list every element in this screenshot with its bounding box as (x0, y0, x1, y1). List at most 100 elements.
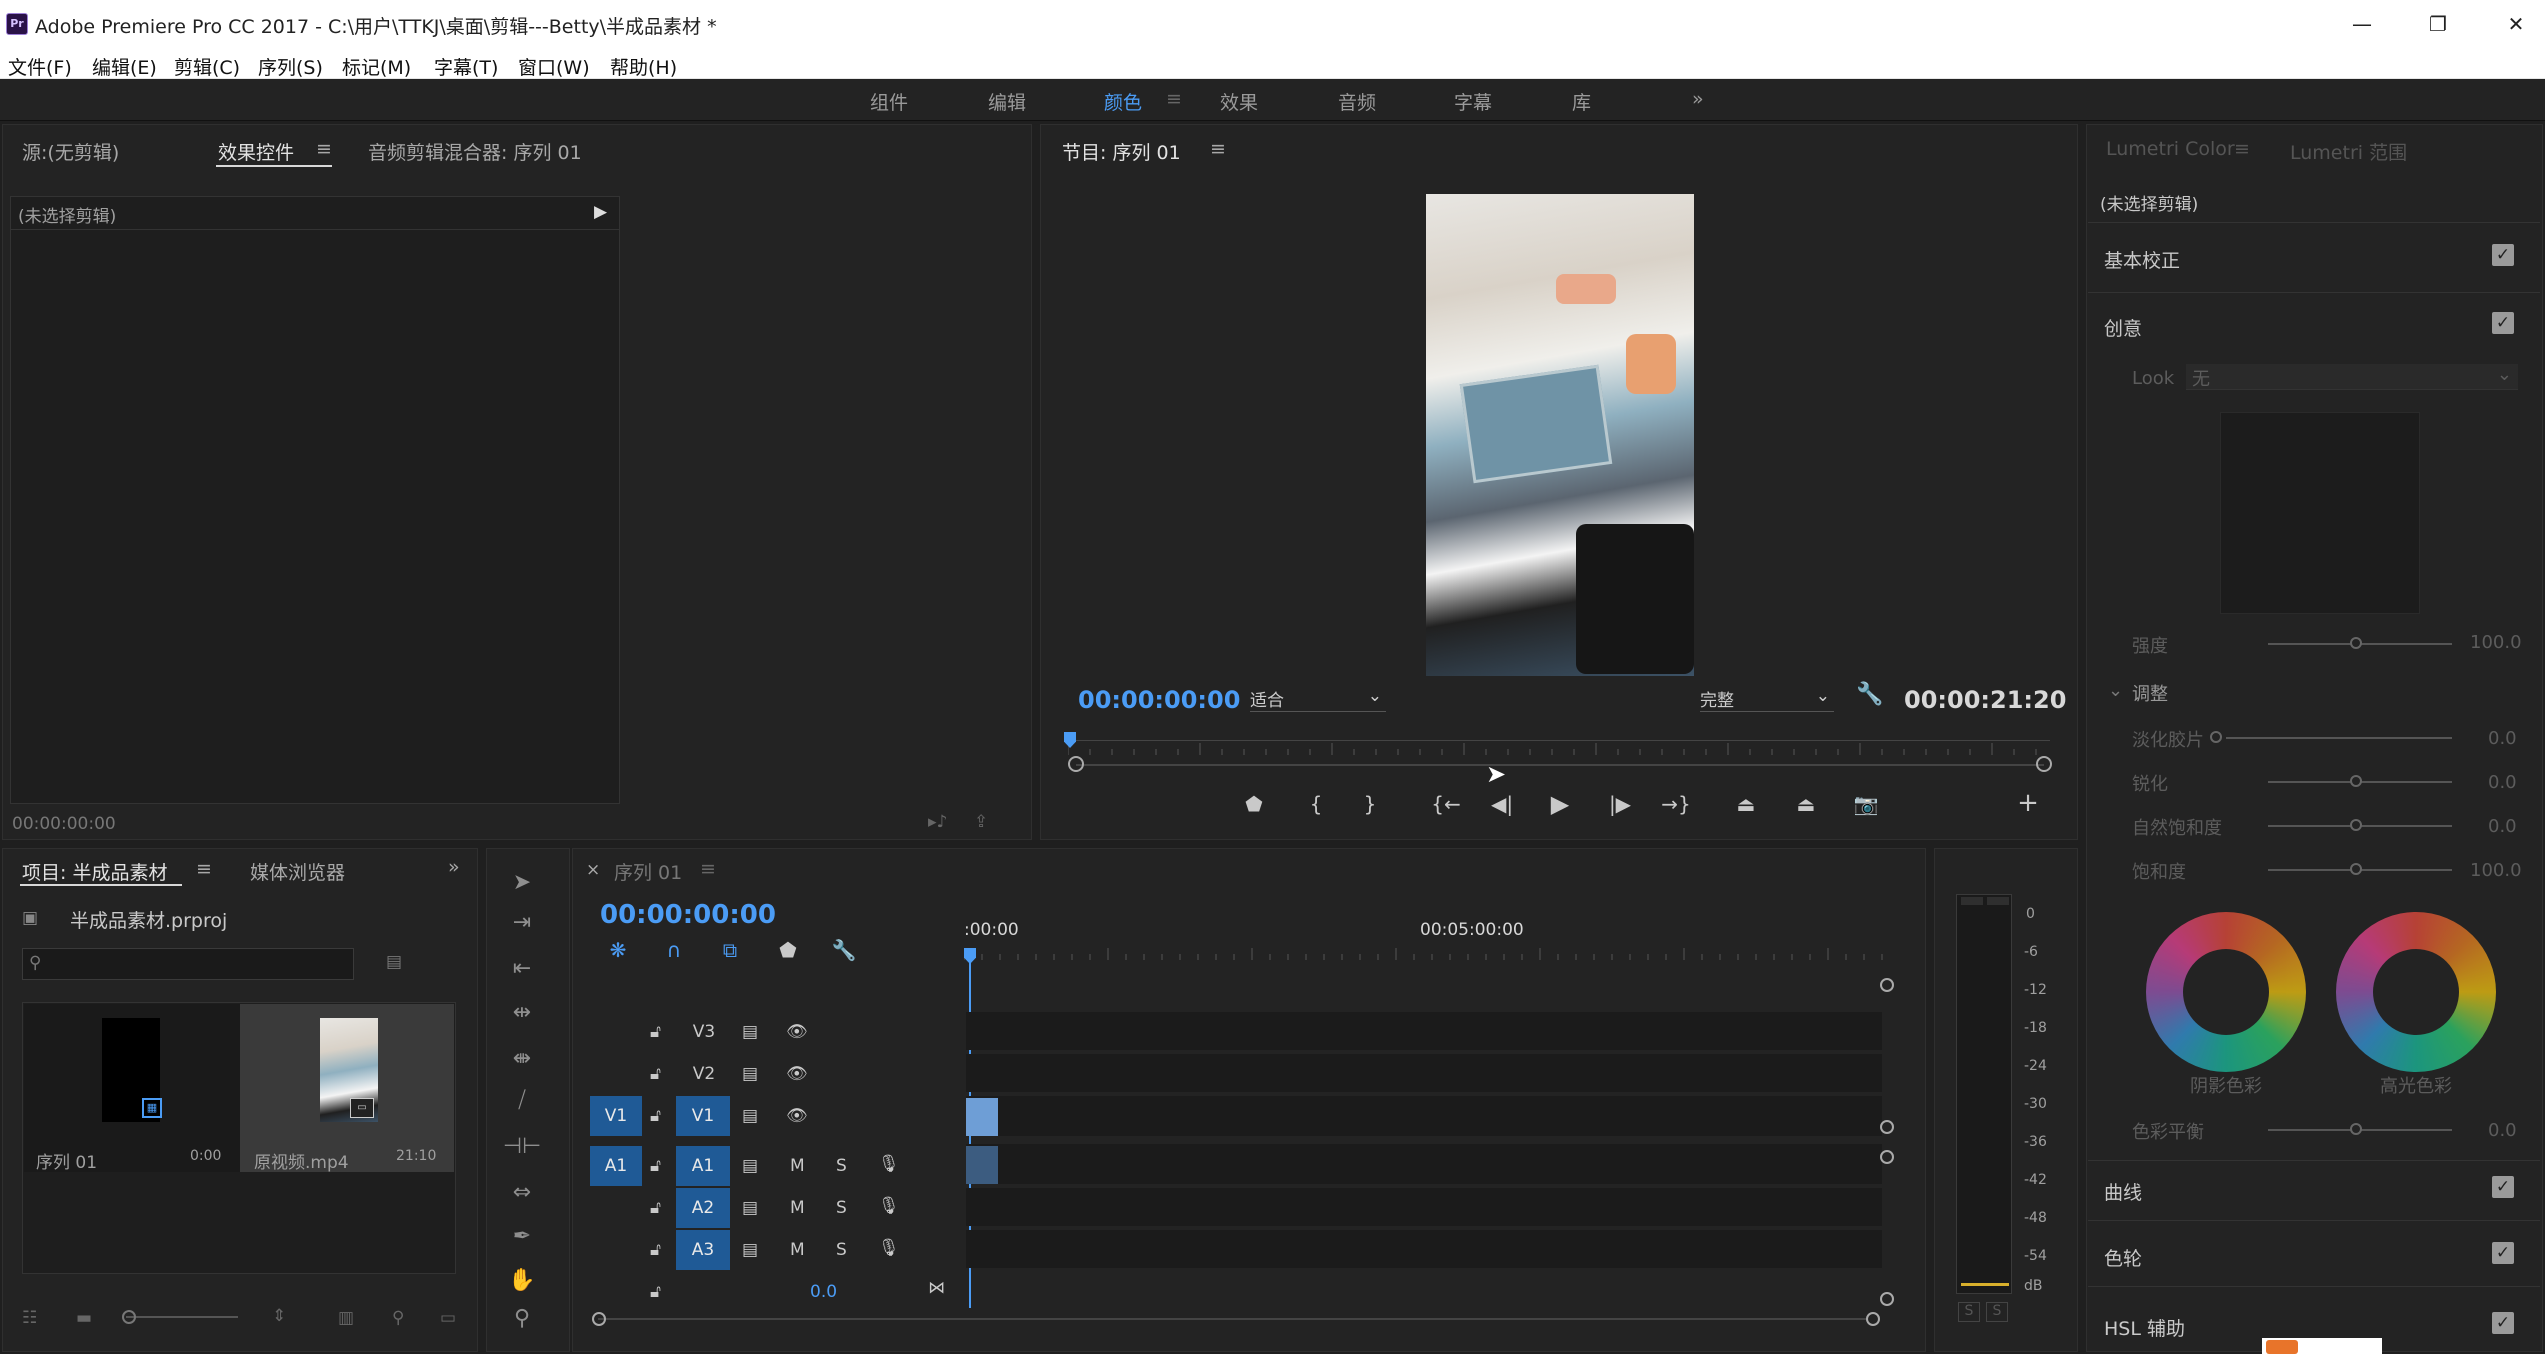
project-menu-icon[interactable]: ≡ (196, 858, 212, 880)
solo-left-button[interactable]: S (1958, 1302, 1980, 1322)
section-basic-correction[interactable]: 基本校正 (2104, 246, 2180, 273)
automate-icon[interactable]: ▥ (338, 1308, 354, 1328)
section-color-wheels[interactable]: 色轮 (2104, 1244, 2142, 1271)
expand-arrow-icon[interactable]: ▶ (594, 202, 607, 222)
pen-tool-icon[interactable]: ✒ (502, 1224, 542, 1249)
track-lane-v1[interactable] (966, 1096, 1882, 1136)
h-scroll-handle-left[interactable] (592, 1312, 606, 1326)
color-wheels-checkbox[interactable]: ✓ (2492, 1242, 2514, 1264)
audio-clip-a1[interactable] (966, 1146, 998, 1184)
solo-button[interactable]: S (836, 1198, 847, 1218)
zoom-handle-right[interactable] (2036, 756, 2052, 772)
tab-effect-controls[interactable]: 效果控件 (218, 138, 294, 165)
timeline-timecode[interactable]: 00:00:00:00 (600, 900, 776, 930)
lumetri-menu-icon[interactable]: ≡ (2234, 138, 2250, 160)
intensity-slider-knob[interactable] (2350, 637, 2362, 649)
program-current-time[interactable]: 00:00:00:00 (1078, 686, 1240, 714)
menu-clip[interactable]: 剪辑(C) (174, 53, 240, 80)
export-icon[interactable]: ⇪ (974, 812, 988, 832)
saturation-value[interactable]: 100.0 (2470, 860, 2522, 881)
sync-lock-icon[interactable]: ▤ (742, 1198, 758, 1218)
eye-icon[interactable]: 👁 (786, 1022, 808, 1042)
wrench-icon[interactable]: 🔧 (1856, 682, 1883, 707)
mark-in-button[interactable]: { (1298, 792, 1334, 816)
workspace-tab-titles[interactable]: 字幕 (1454, 88, 1492, 115)
look-select[interactable]: 无 ⌄ (2186, 364, 2518, 390)
lift-button[interactable]: ⏏ (1728, 792, 1764, 816)
rate-stretch-tool-icon[interactable]: ⇼ (502, 1046, 542, 1071)
hsl-checkbox[interactable]: ✓ (2492, 1312, 2514, 1334)
menu-sequence[interactable]: 序列(S) (258, 53, 323, 80)
project-search-input[interactable]: ⚲ (22, 948, 354, 980)
sharpen-slider-knob[interactable] (2350, 775, 2362, 787)
section-creative[interactable]: 创意 (2104, 314, 2142, 341)
step-back-button[interactable]: ◀| (1484, 792, 1520, 816)
program-menu-icon[interactable]: ≡ (1210, 138, 1226, 160)
selection-tool-icon[interactable]: ➤ (502, 870, 542, 895)
tab-lumetri-scopes[interactable]: Lumetri 范围 (2290, 138, 2407, 165)
timeline-horizontal-scrollbar[interactable] (598, 1318, 1866, 1320)
zoom-slider-knob[interactable] (122, 1310, 136, 1324)
eye-icon[interactable]: 👁 (786, 1106, 808, 1126)
track-lane-a1[interactable] (966, 1144, 1882, 1184)
saturation-slider-knob[interactable] (2350, 863, 2362, 875)
filter-icon[interactable]: ▸♪ (928, 812, 947, 832)
panel-menu-icon[interactable]: ≡ (316, 138, 332, 160)
solo-button[interactable]: S (836, 1156, 847, 1176)
tab-project[interactable]: 项目: 半成品素材 (22, 858, 167, 885)
workspace-menu-icon[interactable]: ≡ (1166, 88, 1182, 110)
add-marker-button[interactable]: ⬟ (1236, 792, 1272, 816)
vertical-scroll-handle[interactable] (1880, 1120, 1894, 1134)
menu-marker[interactable]: 标记(M) (342, 53, 411, 80)
add-marker-icon[interactable]: ⬟ (770, 938, 806, 962)
master-volume-value[interactable]: 0.0 (810, 1282, 837, 1302)
vibrance-slider-knob[interactable] (2350, 819, 2362, 831)
menu-window[interactable]: 窗口(W) (518, 53, 590, 80)
razor-tool-icon[interactable]: ⧸ (502, 1088, 542, 1113)
step-forward-button[interactable]: |▶ (1602, 792, 1638, 816)
minimize-button[interactable]: — (2342, 8, 2382, 40)
source-patch-a1[interactable]: A1 (590, 1146, 642, 1186)
tab-source[interactable]: 源:(无剪辑) (22, 138, 119, 165)
slide-tool-icon[interactable]: ⇔ (502, 1180, 542, 1205)
mute-button[interactable]: M (790, 1198, 805, 1218)
close-button[interactable]: ✕ (2496, 8, 2536, 40)
highlight-tint-wheel[interactable] (2336, 912, 2496, 1072)
slip-tool-icon[interactable]: ⊣⊢ (502, 1134, 542, 1159)
h-scroll-handle-right[interactable] (1866, 1312, 1880, 1326)
faded-film-slider[interactable] (2226, 737, 2452, 739)
track-select-tool-icon[interactable]: ⇥ (502, 910, 542, 935)
shadow-tint-wheel[interactable] (2146, 912, 2306, 1072)
video-clip-v1[interactable] (966, 1098, 998, 1136)
close-sequence-icon[interactable]: × (586, 860, 600, 880)
track-lane-a2[interactable] (966, 1188, 1882, 1226)
track-name-a1[interactable]: A1 (676, 1146, 730, 1186)
icon-view-icon[interactable]: ▬ (76, 1308, 92, 1328)
mark-out-button[interactable]: } (1352, 792, 1388, 816)
section-curves[interactable]: 曲线 (2104, 1178, 2142, 1205)
hand-tool-icon[interactable]: ✋ (502, 1268, 542, 1293)
timeline-menu-icon[interactable]: ≡ (700, 858, 716, 880)
tab-lumetri-color[interactable]: Lumetri Color (2106, 138, 2235, 160)
restore-button[interactable]: ❐ (2418, 8, 2458, 40)
zoom-handle-left[interactable] (1068, 756, 1084, 772)
eye-icon[interactable]: 👁 (786, 1064, 808, 1084)
source-patch-v1[interactable]: V1 (590, 1096, 642, 1136)
zoom-slider[interactable] (126, 1316, 238, 1318)
program-monitor-title[interactable]: 节目: 序列 01 (1062, 138, 1181, 165)
sort-icon[interactable]: ⇕ (272, 1306, 286, 1326)
zoom-tool-icon[interactable]: ⚲ (502, 1306, 542, 1331)
sync-lock-icon[interactable]: ▤ (742, 1156, 758, 1176)
track-lane-v3[interactable] (966, 1012, 1882, 1050)
fit-select[interactable]: 适合 ⌄ (1250, 686, 1386, 712)
track-name-a3[interactable]: A3 (676, 1230, 730, 1270)
basic-correction-checkbox[interactable]: ✓ (2492, 244, 2514, 266)
curves-checkbox[interactable]: ✓ (2492, 1176, 2514, 1198)
sharpen-value[interactable]: 0.0 (2488, 772, 2517, 793)
workspace-tab-effects[interactable]: 效果 (1220, 88, 1258, 115)
nest-toggle-icon[interactable]: ❋ (600, 938, 636, 962)
faded-film-value[interactable]: 0.0 (2488, 728, 2517, 749)
track-name-a2[interactable]: A2 (676, 1188, 730, 1228)
vertical-scroll-handle[interactable] (1880, 1150, 1894, 1164)
workspace-tab-audio[interactable]: 音频 (1338, 88, 1376, 115)
